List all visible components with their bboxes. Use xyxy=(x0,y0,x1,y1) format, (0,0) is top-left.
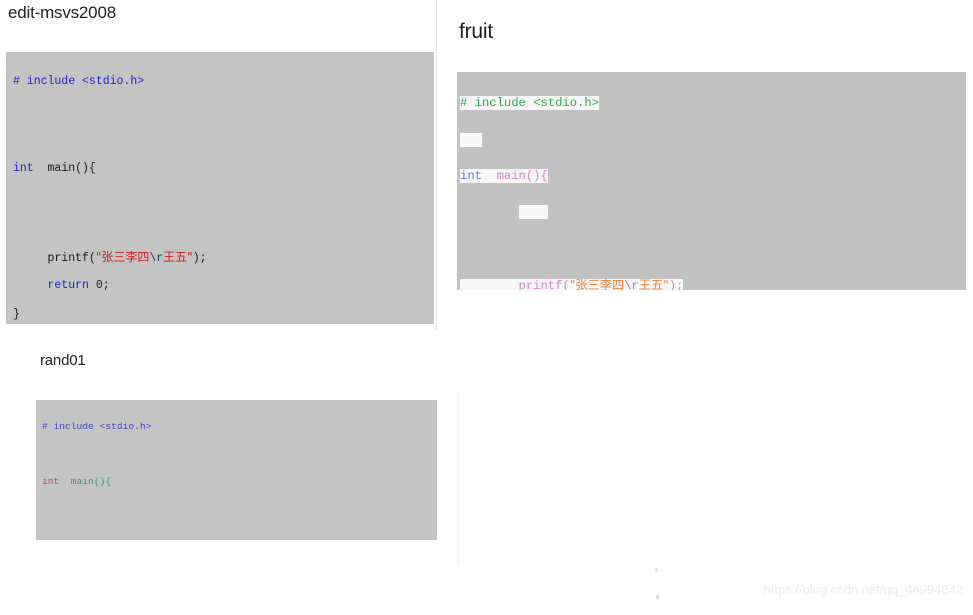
panel-title-rand01: rand01 xyxy=(40,352,86,369)
escape-sequence: \r xyxy=(624,279,639,290)
escape-sequence: \r xyxy=(149,251,164,265)
blank-highlight xyxy=(518,205,548,220)
code-line: printf("张三李四\r王五"); xyxy=(13,250,434,265)
column-divider-top xyxy=(436,0,437,330)
code-line: int main(){ xyxy=(13,162,434,177)
code-block-fruit: # include <stdio.h> int main(){ printf("… xyxy=(457,72,966,290)
statement-end: ); xyxy=(668,279,684,290)
string-literal-start: "张三李四 xyxy=(95,249,150,264)
printf-highlight: printf("张三李四\r王五"); xyxy=(460,278,684,290)
cursor-artifact-upper xyxy=(655,568,658,572)
main-signature: main(){ xyxy=(33,162,96,176)
csdn-watermark: https://blog.csdn.net/qq_44994842 xyxy=(763,582,964,597)
string-literal-end: 王五" xyxy=(163,249,193,264)
return-value: 0; xyxy=(88,278,110,292)
code-block-rand01: # include <stdio.h> int main(){ printf("… xyxy=(36,400,437,540)
code-line-blank xyxy=(460,203,966,221)
keyword-int: int xyxy=(13,162,34,176)
closing-brace: } xyxy=(13,308,20,322)
cursor-artifact-lower xyxy=(656,595,659,599)
panel-title-edit-msvs2008: edit-msvs2008 xyxy=(8,3,116,22)
panel-title-fruit: fruit xyxy=(459,20,494,43)
code-line: int main(){ xyxy=(42,475,437,489)
code-line: # include <stdio.h> xyxy=(460,94,966,112)
main-signature: main(){ xyxy=(481,168,548,183)
signature-highlight: int main(){ xyxy=(460,168,548,183)
printf-call: printf( xyxy=(13,251,96,265)
preprocessor-directive: # include <stdio.h> xyxy=(42,420,152,432)
blank-highlight xyxy=(460,132,482,147)
preprocessor-directive: # include <stdio.h> xyxy=(460,96,599,111)
column-divider-bottom xyxy=(458,392,459,564)
code-line-blank xyxy=(460,131,966,149)
statement-end: ); xyxy=(192,251,207,265)
printf-call: printf( xyxy=(460,279,570,290)
keyword-int: int xyxy=(42,475,60,487)
keyword-int: int xyxy=(460,168,482,183)
keyword-return: return xyxy=(13,278,89,292)
code-line: printf("张三李四\r王五"); xyxy=(460,276,966,290)
preprocessor-directive: # include <stdio.h> xyxy=(13,74,145,88)
string-literal-end: 王五" xyxy=(638,278,669,290)
main-signature: main(){ xyxy=(59,475,112,487)
code-line: # include <stdio.h> xyxy=(13,75,434,90)
code-block-edit-msvs2008: # include <stdio.h> int main(){ printf("… xyxy=(6,52,434,324)
code-line: # include <stdio.h> xyxy=(42,420,437,434)
code-line: return 0; xyxy=(13,279,434,294)
code-line: } xyxy=(13,308,434,323)
code-line: int main(){ xyxy=(460,167,966,185)
string-literal-start: "张三李四 xyxy=(569,278,625,290)
